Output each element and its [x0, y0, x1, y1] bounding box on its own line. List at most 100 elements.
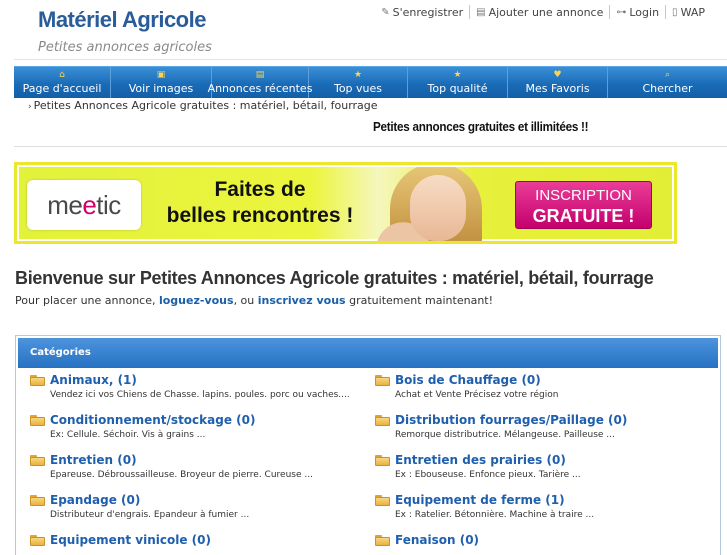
page-title: Bienvenue sur Petites Annonces Agricole …	[15, 268, 654, 288]
folder-icon	[30, 534, 46, 546]
login-link[interactable]: ⊶ Login	[610, 5, 667, 19]
category-link[interactable]: Animaux, (1)	[50, 373, 137, 387]
search-icon: ⌕	[664, 70, 671, 80]
wap-link-label: WAP	[680, 5, 705, 19]
nav-search[interactable]: ⌕ Chercher	[608, 67, 727, 98]
categories-panel: Catégories Animaux, (1) Vendez ici vos C…	[15, 335, 721, 555]
register-link[interactable]: ✎ S'enregistrer	[375, 5, 471, 19]
favorites-icon: ♥	[553, 70, 562, 80]
category-item: Epandage (0) Distributeur d'engrais. Epa…	[30, 493, 360, 520]
folder-icon	[30, 454, 46, 466]
promo-slogan: Petites annonces gratuites et illimitées…	[373, 119, 589, 134]
category-link[interactable]: Distribution fourrages/Paillage (0)	[395, 413, 627, 427]
category-item: Distribution fourrages/Paillage (0) Remo…	[375, 413, 705, 440]
category-description: Achat et Vente Précisez votre région	[395, 390, 559, 400]
ad-headline: Faites de belles rencontres !	[155, 177, 365, 229]
category-description: Remorque distributrice. Mélangeuse. Pail…	[395, 430, 615, 440]
recent-icon: ▤	[255, 70, 265, 80]
category-link[interactable]: Epandage (0)	[50, 493, 140, 507]
nav-search-label: Chercher	[642, 82, 693, 95]
ad-logo-accent: e	[82, 189, 97, 220]
folder-icon	[375, 374, 391, 386]
category-item: Bois de Chauffage (0) Achat et Vente Pré…	[375, 373, 705, 400]
home-icon: ⌂	[59, 70, 65, 80]
add-listing-link-label: Ajouter une annonce	[488, 5, 604, 19]
top-links: ✎ S'enregistrer ▤ Ajouter une annonce ⊶ …	[375, 5, 705, 19]
nav-top-views-label: Top vues	[333, 82, 383, 95]
add-listing-icon: ▤	[476, 6, 486, 18]
ad-logo-part2: tic	[96, 189, 121, 220]
category-description: Ex: Cellule. Séchoir. Vis à grains ...	[50, 430, 206, 440]
category-description: Vendez ici vos Chiens de Chasse. lapins.…	[50, 390, 350, 400]
divider	[14, 146, 727, 147]
nav-recent[interactable]: ▤ Annonces récentes	[208, 67, 312, 98]
breadcrumb-home-link[interactable]: Petites Annonces Agricole gratuites : ma…	[34, 99, 378, 112]
nav-favorites[interactable]: ♥ Mes Favoris	[508, 67, 608, 98]
category-link[interactable]: Entretien des prairies (0)	[395, 453, 566, 467]
ad-photo	[364, 167, 494, 241]
nav-images-label: Voir images	[128, 82, 194, 95]
register-inline-link[interactable]: inscrivez vous	[258, 294, 346, 307]
star-icon: ★	[453, 70, 462, 80]
site-logo-title[interactable]: Matériel Agricole	[38, 7, 206, 33]
nav-top-views[interactable]: ★ Top vues	[309, 67, 408, 98]
category-item: Conditionnement/stockage (0) Ex: Cellule…	[30, 413, 360, 440]
intro-middle: , ou	[233, 294, 258, 307]
ad-banner[interactable]: me e tic Faites de belles rencontres ! INS…	[14, 162, 677, 244]
breadcrumb: › Petites Annonces Agricole gratuites : m…	[28, 99, 378, 112]
login-inline-link[interactable]: loguez-vous	[159, 294, 234, 307]
category-item: Equipement de ferme (1) Ex : Ratelier. B…	[375, 493, 705, 520]
intro-before: Pour placer une annonce,	[15, 294, 159, 307]
folder-icon	[375, 534, 391, 546]
category-item: Entretien des prairies (0) Ex : Ebouseus…	[375, 453, 705, 480]
ad-cta-line1: INSCRIPTION	[535, 187, 632, 204]
pencil-icon: ✎	[381, 6, 390, 18]
nav-recent-label: Annonces récentes	[207, 82, 313, 95]
login-link-label: Login	[629, 5, 660, 19]
category-link[interactable]: Bois de Chauffage (0)	[395, 373, 541, 387]
nav-top-quality[interactable]: ★ Top qualité	[408, 67, 508, 98]
nav-top-quality-label: Top qualité	[427, 82, 488, 95]
ad-signup-button[interactable]: INSCRIPTION GRATUITE !	[515, 181, 652, 229]
folder-icon	[375, 454, 391, 466]
folder-icon	[375, 414, 391, 426]
category-description: Ex : Ratelier. Bétonnière. Machine à tra…	[395, 510, 595, 520]
categories-header: Catégories	[18, 338, 718, 368]
category-link[interactable]: Entretien (0)	[50, 453, 137, 467]
wap-link[interactable]: ▯ WAP	[666, 5, 705, 19]
nav-home-label: Page d'accueil	[22, 82, 102, 95]
category-item: Entretien (0) Epareuse. Débroussailleuse…	[30, 453, 360, 480]
category-link[interactable]: Conditionnement/stockage (0)	[50, 413, 255, 427]
nav-favorites-label: Mes Favoris	[525, 82, 590, 95]
folder-icon	[375, 494, 391, 506]
star-icon: ★	[353, 70, 363, 80]
main-nav: ⌂ Page d'accueil ▣ Voir images ▤ Annonce…	[14, 66, 727, 98]
ad-brand-logo: me e tic	[27, 180, 141, 230]
site-header: Matériel Agricole Petites annonces agric…	[0, 0, 727, 64]
category-item: Animaux, (1) Vendez ici vos Chiens de Ch…	[30, 373, 360, 400]
key-icon: ⊶	[616, 6, 627, 18]
site-tagline: Petites annonces agricoles	[38, 40, 212, 55]
ad-cta-line2: GRATUITE !	[532, 206, 635, 226]
folder-icon	[30, 374, 46, 386]
category-link[interactable]: Equipement de ferme (1)	[395, 493, 565, 507]
mobile-icon: ▯	[672, 6, 678, 18]
register-link-label: S'enregistrer	[392, 5, 464, 19]
category-description: Epareuse. Débroussailleuse. Broyeur de p…	[50, 470, 313, 480]
chevron-right-icon: ›	[28, 102, 32, 112]
ad-logo-part1: me	[47, 189, 83, 220]
header-divider	[14, 59, 727, 60]
images-icon: ▣	[156, 70, 166, 80]
folder-icon	[30, 414, 46, 426]
ad-headline-line2: belles rencontres !	[166, 204, 354, 227]
folder-icon	[30, 494, 46, 506]
intro-text: Pour placer une annonce, loguez-vous, ou…	[15, 294, 493, 307]
nav-home[interactable]: ⌂ Page d'accueil	[14, 67, 111, 98]
nav-images[interactable]: ▣ Voir images	[111, 67, 212, 98]
category-description: Distributeur d'engrais. Epandeur à fumie…	[50, 510, 250, 520]
category-description: Ex : Ebouseuse. Enfonce pieux. Tarière .…	[395, 470, 581, 480]
ad-banner-background: me e tic Faites de belles rencontres ! INS…	[19, 167, 672, 241]
ad-headline-line1: Faites de	[214, 178, 306, 201]
intro-after: gratuitement maintenant!	[345, 294, 494, 307]
add-listing-link[interactable]: ▤ Ajouter une annonce	[470, 5, 611, 19]
